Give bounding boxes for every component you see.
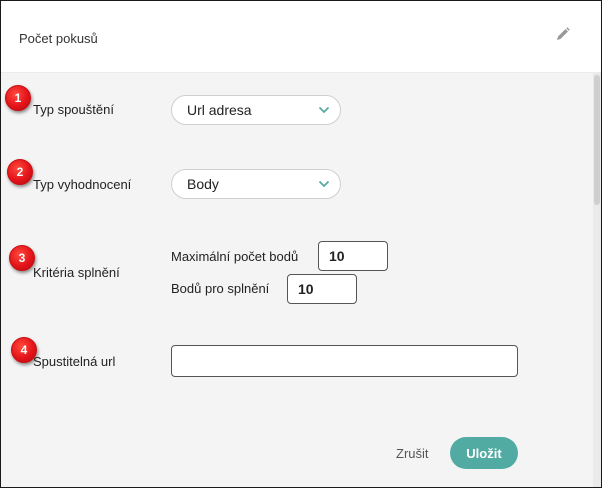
max-points-input[interactable]: 10 <box>318 241 388 271</box>
pass-points-input[interactable]: 10 <box>287 274 357 304</box>
pencil-icon[interactable] <box>555 26 571 42</box>
dialog-title: Počet pokusů <box>19 31 98 46</box>
cancel-button[interactable]: Zrušit <box>396 446 429 461</box>
max-points-value: 10 <box>329 248 345 264</box>
marker-2: 2 <box>7 159 33 185</box>
dialog-header: Počet pokusů <box>1 1 601 73</box>
pass-points-value: 10 <box>298 281 314 297</box>
launch-type-select[interactable]: Url adresa <box>171 95 341 125</box>
evaluation-type-label: Typ vyhodnocení <box>33 177 132 192</box>
evaluation-type-select[interactable]: Body <box>171 169 341 199</box>
marker-3: 3 <box>9 245 35 271</box>
dialog: Počet pokusů 1 Typ spouštění Url adresa … <box>0 0 602 488</box>
marker-1: 1 <box>5 85 31 111</box>
scrollbar[interactable] <box>593 73 601 487</box>
max-points-label: Maximální počet bodů <box>171 249 299 264</box>
evaluation-type-value: Body <box>187 176 219 192</box>
save-button[interactable]: Uložit <box>450 437 518 469</box>
launch-url-input[interactable] <box>171 345 518 377</box>
launch-type-value: Url adresa <box>187 102 252 118</box>
criteria-label: Kritéria splnění <box>33 265 120 280</box>
chevron-down-icon <box>318 106 330 114</box>
pass-points-label: Bodů pro splnění <box>171 281 270 296</box>
scrollbar-thumb[interactable] <box>594 75 600 205</box>
chevron-down-icon <box>318 180 330 188</box>
launch-url-label: Spustitelná url <box>33 354 116 369</box>
launch-type-label: Typ spouštění <box>33 102 114 117</box>
